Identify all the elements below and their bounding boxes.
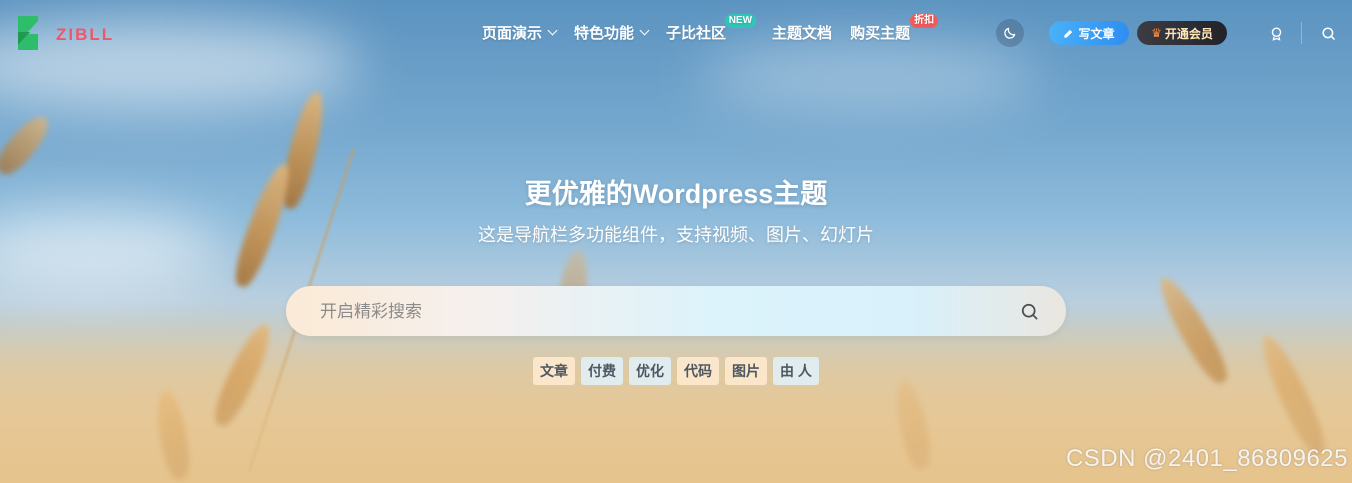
menu-item-label: 页面演示 — [482, 25, 543, 42]
search-tag[interactable]: 优化 — [629, 357, 671, 385]
search-tag[interactable]: 由 人 — [773, 357, 819, 385]
wheat-decoration — [0, 109, 56, 181]
search-tags: 文章 付费 优化 代码 图片 由 人 — [533, 357, 825, 385]
top-navbar: ZIBLL 页面演示 特色功能 子比社区 NEW 主题文档 购买主题 折扣 写文… — [0, 0, 1352, 64]
menu-item-label: 特色功能 — [574, 25, 635, 42]
user-icon — [1271, 27, 1281, 41]
menu-item-docs[interactable]: 主题文档 — [772, 22, 832, 43]
menu-item-community[interactable]: 子比社区 NEW — [666, 14, 757, 43]
hero-subtitle: 这是导航栏多功能组件，支持视频、图片、幻灯片 — [478, 225, 874, 245]
vip-button[interactable]: ♛ 开通会员 — [1137, 21, 1227, 45]
vip-label: 开通会员 — [1164, 26, 1213, 41]
search-tag[interactable]: 图片 — [725, 357, 767, 385]
menu-item-features[interactable]: 特色功能 — [574, 22, 650, 43]
menu-item-label: 子比社区 — [666, 25, 727, 42]
sale-badge: 折扣 — [910, 14, 939, 28]
nav-divider — [1301, 22, 1302, 44]
hero-banner: ZIBLL 页面演示 特色功能 子比社区 NEW 主题文档 购买主题 折扣 写文… — [0, 0, 1352, 483]
chevron-down-icon — [639, 25, 650, 36]
main-menu: 页面演示 特色功能 子比社区 NEW 主题文档 购买主题 折扣 — [482, 14, 939, 43]
user-button[interactable] — [1266, 23, 1286, 43]
search-tag[interactable]: 付费 — [581, 357, 623, 385]
site-logo[interactable]: ZIBLL — [16, 14, 136, 54]
search-bar — [286, 286, 1066, 338]
theme-toggle-button[interactable] — [996, 19, 1024, 47]
search-icon — [1321, 26, 1335, 40]
menu-item-buy[interactable]: 购买主题 折扣 — [850, 14, 939, 43]
moon-icon — [1004, 27, 1016, 39]
svg-text:ZIBLL: ZIBLL — [56, 25, 114, 44]
menu-item-label: 主题文档 — [772, 25, 833, 42]
search-input[interactable] — [318, 286, 1002, 338]
search-icon — [1021, 303, 1037, 319]
search-tag[interactable]: 文章 — [533, 357, 575, 385]
search-tag[interactable]: 代码 — [677, 357, 719, 385]
menu-item-page-demo[interactable]: 页面演示 — [482, 22, 558, 43]
write-post-button[interactable]: 写文章 — [1049, 21, 1129, 45]
chevron-down-icon — [547, 25, 558, 36]
write-post-label: 写文章 — [1078, 26, 1115, 41]
nav-search-button[interactable] — [1318, 23, 1338, 43]
pencil-icon — [1064, 29, 1073, 38]
csdn-watermark: CSDN @2401_86809625 — [1065, 445, 1348, 472]
crown-icon: ♛ — [1151, 26, 1162, 40]
new-badge: NEW — [724, 14, 757, 28]
hero-title: 更优雅的Wordpress主题 — [524, 179, 828, 209]
menu-item-label: 购买主题 — [850, 25, 911, 42]
search-submit-button[interactable] — [1018, 300, 1040, 322]
